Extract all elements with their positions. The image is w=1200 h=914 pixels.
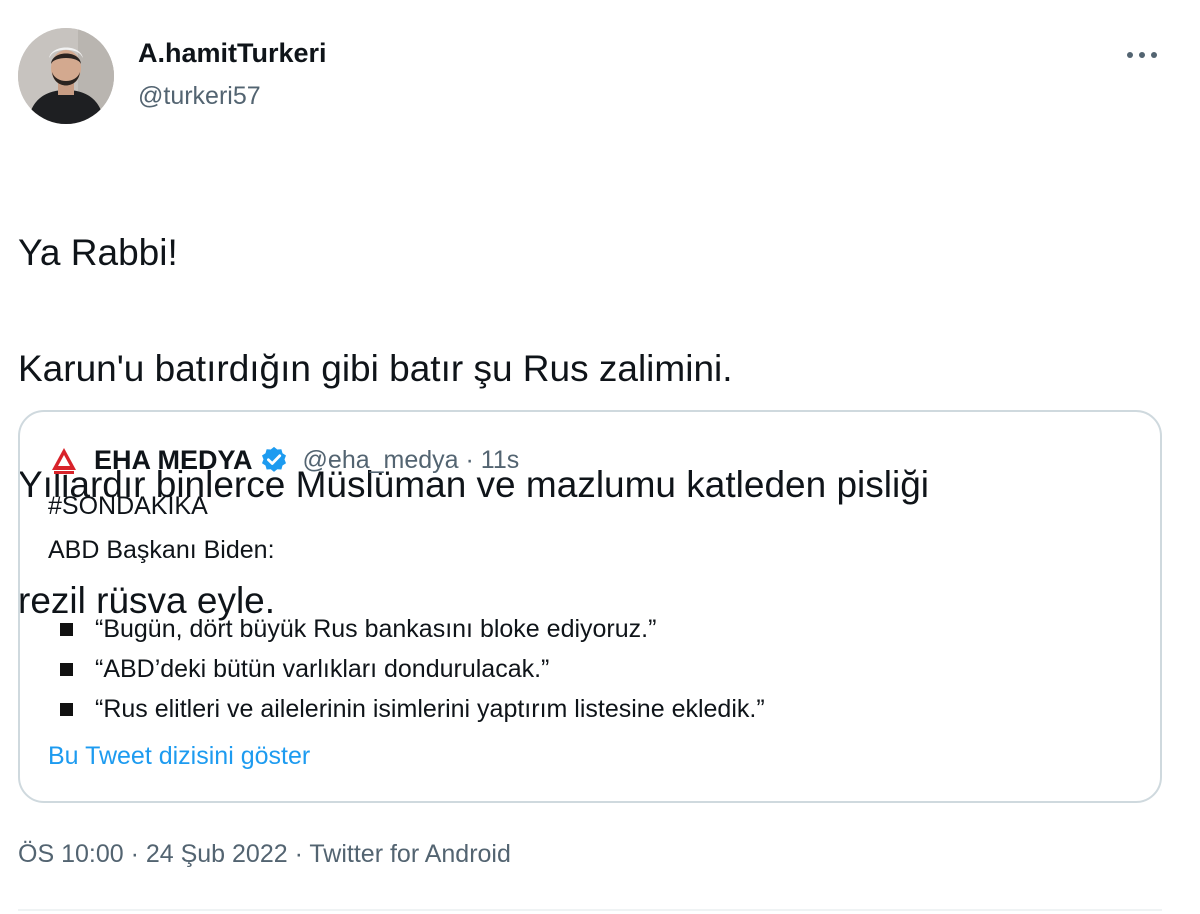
more-horizontal-icon (1127, 52, 1157, 58)
show-thread-link[interactable]: Bu Tweet dizisini göster (48, 742, 310, 771)
quoted-bullet-item: “Bugün, dört büyük Rus bankasını bloke e… (48, 615, 656, 644)
eha-medya-logo-icon (49, 445, 79, 475)
quoted-bullet-item: “Rus elitleri ve ailelerinin isimlerini … (48, 695, 765, 724)
quoted-bullet-item: “ABD’deki bütün varlıkları dondurulacak.… (48, 655, 549, 684)
author-handle[interactable]: @turkeri57 (138, 82, 261, 111)
quoted-intro: ABD Başkanı Biden: (48, 536, 275, 564)
avatar[interactable] (18, 28, 114, 124)
tweet-line: Karun'u batırdığın gibi batır şu Rus zal… (18, 348, 733, 389)
tweet-timestamp[interactable]: ÖS 10:00 · 24 Şub 2022 · Twitter for And… (18, 840, 511, 869)
bullet-text: “ABD’deki bütün varlıkları dondurulacak.… (95, 655, 550, 683)
divider (18, 909, 1162, 911)
quoted-author-name[interactable]: EHA MEDYA (94, 445, 253, 476)
more-options-button[interactable] (1120, 40, 1164, 70)
quoted-handle-time[interactable]: @eha_medya · 11s (303, 446, 520, 475)
bullet-square-icon (60, 703, 73, 716)
bullet-text: “Bugün, dört büyük Rus bankasını bloke e… (95, 615, 657, 643)
quoted-hashtag[interactable]: #SONDAKİKA (48, 492, 208, 521)
bullet-square-icon (60, 623, 73, 636)
quoted-tweet-header: EHA MEDYA @eha_medya · 11s (48, 442, 519, 478)
tweet-line: Ya Rabbi! (18, 232, 178, 273)
profile-photo-icon (18, 28, 114, 124)
bullet-text: “Rus elitleri ve ailelerinin isimlerini … (95, 695, 765, 723)
verified-badge-icon (261, 446, 286, 472)
quoted-tweet-card[interactable]: EHA MEDYA @eha_medya · 11s #SONDAKİKA AB… (18, 410, 1162, 803)
bullet-square-icon (60, 663, 73, 676)
author-display-name[interactable]: A.hamitTurkeri (138, 38, 327, 69)
